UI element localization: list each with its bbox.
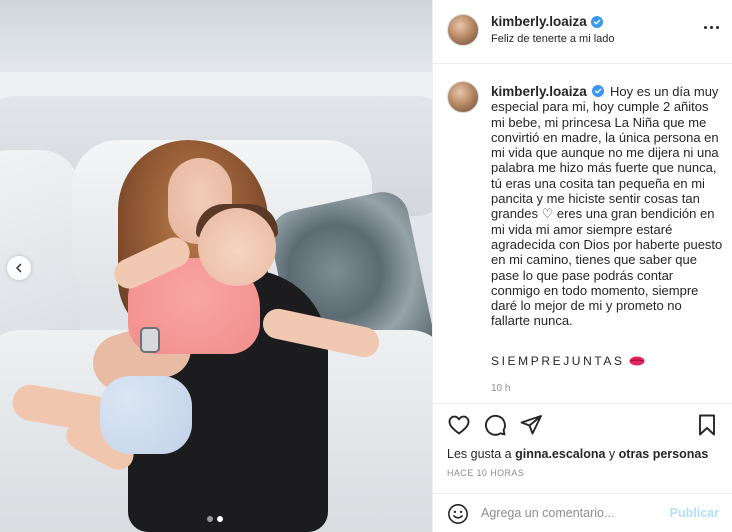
emoji-icon[interactable] [447,503,469,525]
comment-input[interactable] [481,502,661,524]
header-user: kimberly.loaiza [491,14,603,29]
photo-watch [140,327,160,353]
header-username[interactable]: kimberly.loaiza [491,14,587,29]
photo-wall [0,0,432,72]
carousel-dot-2[interactable] [217,516,223,522]
carousel-dot-1[interactable] [207,516,213,522]
photo-baby-diaper [100,376,192,454]
caption-avatar[interactable] [447,81,479,113]
bookmark-icon[interactable] [695,413,719,437]
more-options-icon[interactable] [704,26,719,29]
add-comment-bar: Publicar [433,493,732,532]
heart-icon[interactable] [447,413,471,437]
post-caption: kimberly.loaiza Hoy es un día muy especi… [491,84,723,329]
likes-middle: y [608,447,616,461]
caption-hashtag-text: SIEMPREJUNTAS [491,354,625,368]
post-timestamp[interactable]: HACE 10 HORAS [447,468,524,478]
caption-timestamp: 10 h [491,383,511,394]
caption-hashtag: SIEMPREJUNTAS [491,354,645,368]
carousel-indicator [207,516,223,522]
caption-username[interactable]: kimberly.loaiza [491,84,587,99]
likes-user-link[interactable]: ginna.escalona [515,447,605,461]
carousel-prev-button[interactable] [7,256,31,280]
comments-area: kimberly.loaiza Hoy es un día muy especi… [433,65,732,402]
publish-button[interactable]: Publicar [670,506,719,520]
post-details-panel: kimberly.loaiza Feliz de tenerte a mi la… [432,0,732,532]
chevron-left-icon [16,263,22,273]
photo-wall-band [0,72,432,98]
likes-summary: Les gusta a ginna.escalona y otras perso… [447,447,708,461]
lips-emoji-icon [629,356,645,366]
verified-badge-icon [590,15,603,28]
paper-plane-icon[interactable] [519,413,543,437]
verified-badge-icon [592,85,605,97]
comment-icon[interactable] [483,413,507,437]
action-bar [447,413,719,439]
post-photo[interactable] [0,0,432,532]
likes-prefix: Les gusta a [447,447,512,461]
avatar[interactable] [447,14,479,46]
caption-text: Hoy es un día muy especial para mi, hoy … [491,84,723,329]
photo-cushion-left [0,150,80,360]
post-location[interactable]: Feliz de tenerte a mi lado [491,33,615,45]
photo-baby-head [198,208,276,286]
post-header: kimberly.loaiza Feliz de tenerte a mi la… [433,0,732,64]
likes-others-link[interactable]: otras personas [619,447,709,461]
